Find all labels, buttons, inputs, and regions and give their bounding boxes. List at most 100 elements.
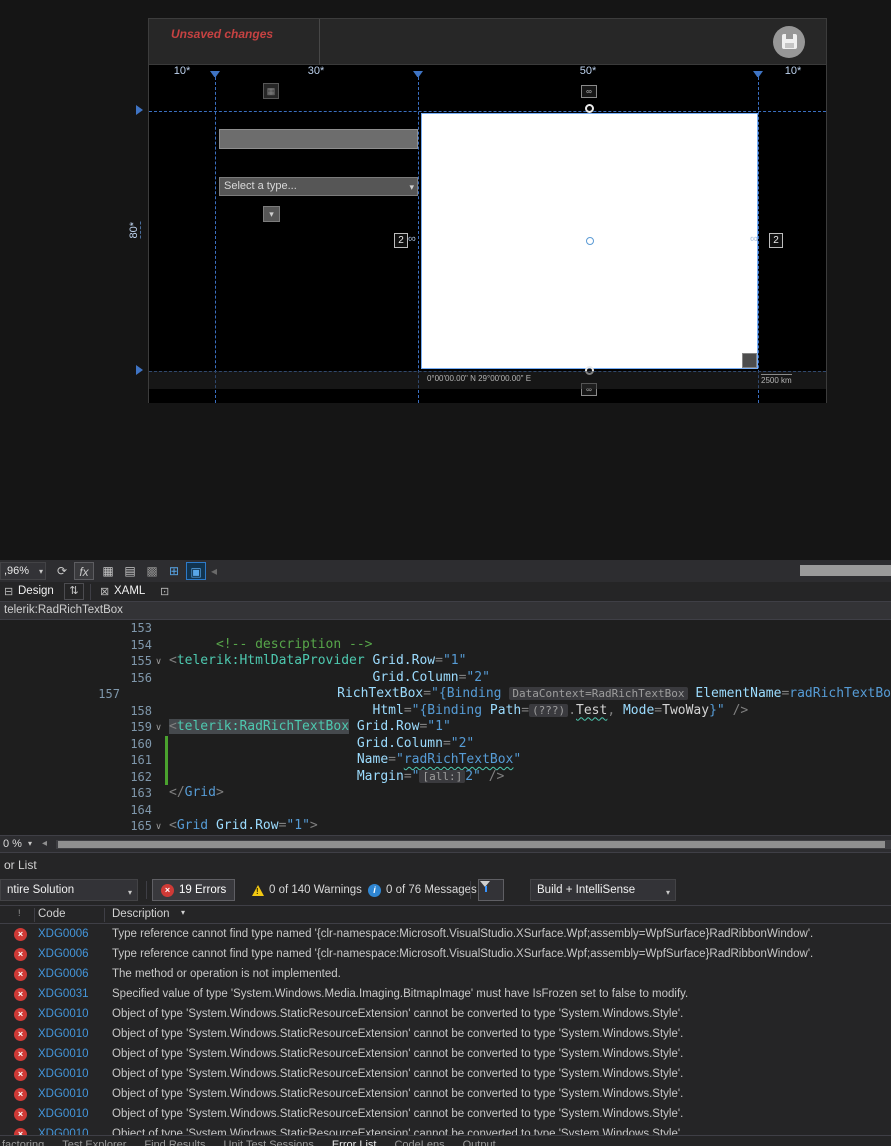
- fold-marker-icon[interactable]: ∨: [152, 818, 165, 835]
- line-number: 153: [130, 621, 152, 635]
- show-grid-button[interactable]: ▦: [98, 562, 118, 580]
- grid-fill-button[interactable]: ▩: [142, 562, 162, 580]
- image-placeholder-icon[interactable]: ▦: [263, 83, 279, 99]
- designer-textbox[interactable]: [219, 129, 418, 149]
- fold-marker-icon[interactable]: ∨: [152, 653, 165, 670]
- error-row[interactable]: × XDG0010 Object of type 'System.Windows.S…: [0, 1104, 891, 1124]
- scrollbar-thumb[interactable]: [58, 841, 885, 848]
- code-line[interactable]: 154 <!-- description -->: [0, 637, 891, 654]
- code-line[interactable]: 155 ∨ <telerik:HtmlDataProvider Grid.Row="…: [0, 653, 891, 670]
- chevron-down-icon[interactable]: ▾: [28, 839, 32, 848]
- row-marker-icon[interactable]: [136, 105, 143, 115]
- margin-right-chain-icon[interactable]: ∞: [750, 232, 758, 246]
- popout-pane-icon[interactable]: ⊡: [160, 585, 169, 598]
- error-row[interactable]: × XDG0010 Object of type 'System.Windows.S…: [0, 1064, 891, 1084]
- snaplines-button[interactable]: ⊞: [164, 562, 184, 580]
- error-row[interactable]: × XDG0006 Type reference cannot find type …: [0, 944, 891, 964]
- code-line[interactable]: 165 ∨ <Grid Grid.Row="1">: [0, 818, 891, 835]
- messages-filter-button[interactable]: i 0 of 76 Messages: [360, 879, 485, 901]
- error-row[interactable]: × XDG0010 Object of type 'System.Windows.S…: [0, 1084, 891, 1104]
- designer-combobox[interactable]: Select a type... ▾: [219, 177, 418, 196]
- error-code-link[interactable]: XDG0006: [38, 948, 104, 960]
- snap-to-grid-button[interactable]: ▣: [186, 562, 206, 580]
- filter-button[interactable]: [478, 879, 504, 901]
- code-line[interactable]: 164: [0, 802, 891, 819]
- column-divider[interactable]: [34, 908, 35, 922]
- resize-handle-top[interactable]: [585, 104, 594, 113]
- breadcrumb-path[interactable]: telerik:RadRichTextBox: [4, 604, 123, 616]
- code-line[interactable]: 157 RichTextBox="{Binding DataContext=Ra…: [0, 686, 891, 703]
- source-filter-dropdown[interactable]: Build + IntelliSense ▾: [530, 879, 676, 901]
- scope-filter-dropdown[interactable]: ntire Solution ▾: [0, 879, 138, 901]
- panel-tab-output[interactable]: Output: [454, 1136, 505, 1146]
- error-row[interactable]: × XDG0006 The method or operation is not i…: [0, 964, 891, 984]
- code-line[interactable]: 162 Margin=" [all:] 2" />: [0, 768, 891, 785]
- resize-grip-handle[interactable]: [742, 353, 757, 368]
- error-row[interactable]: × XDG0010 Object of type 'System.Windows.S…: [0, 1024, 891, 1044]
- code-column-header[interactable]: Code: [38, 908, 66, 920]
- error-row[interactable]: × XDG0006 Type reference cannot find type …: [0, 924, 891, 944]
- panel-tab-error-list[interactable]: Error List: [323, 1136, 386, 1146]
- warning-icon: !: [252, 884, 264, 896]
- code-line[interactable]: 156 Grid.Column="2": [0, 670, 891, 687]
- code-segment: =: [521, 702, 530, 718]
- error-row[interactable]: × XDG0031 Specified value of type 'System.…: [0, 984, 891, 1004]
- severity-column-header[interactable]: !: [18, 908, 21, 918]
- error-code-link[interactable]: XDG0010: [38, 1048, 104, 1060]
- panel-tab-test-explorer[interactable]: Test Explorer: [53, 1136, 135, 1146]
- code-line[interactable]: 158 Html="{Binding Path= (???) .Test, Mode…: [0, 703, 891, 720]
- fold-marker-icon: [152, 637, 165, 654]
- code-line[interactable]: 159 ∨ <telerik:RadRichTextBox Grid.Row="1": [0, 719, 891, 736]
- error-code-link[interactable]: XDG0010: [38, 1028, 104, 1040]
- panel-tab-unit-test-sessions[interactable]: Unit Test Sessions: [215, 1136, 323, 1146]
- sort-chevron-icon[interactable]: ▾: [181, 908, 185, 917]
- design-surface[interactable]: ▦ Select a type... ▾ ▾ ∞ ∞ 2 ∞ ∞ 2 0°00'…: [149, 77, 826, 403]
- fold-marker-icon[interactable]: ∨: [152, 719, 165, 736]
- save-button[interactable]: [773, 26, 805, 58]
- error-code-link[interactable]: XDG0010: [38, 1088, 104, 1100]
- errors-filter-button[interactable]: × 19 Errors: [152, 879, 236, 901]
- editor-horizontal-scrollbar[interactable]: [56, 840, 891, 849]
- code-line[interactable]: 163 </Grid>: [0, 785, 891, 802]
- refresh-icon[interactable]: ⟳: [52, 562, 72, 580]
- error-code-link[interactable]: XDG0010: [38, 1108, 104, 1120]
- error-code-link[interactable]: XDG0006: [38, 968, 104, 980]
- error-row[interactable]: × XDG0010 Object of type 'System.Windows.S…: [0, 1004, 891, 1024]
- error-code-link[interactable]: XDG0010: [38, 1068, 104, 1080]
- panel-tab-factoring[interactable]: factoring: [0, 1136, 53, 1146]
- editor-zoom-value[interactable]: 0 %: [3, 838, 22, 850]
- tab-xaml[interactable]: XAML: [114, 585, 145, 597]
- margin-left-value[interactable]: 2: [394, 233, 408, 248]
- designer-zoom-select[interactable]: ,96% ▾: [0, 562, 46, 580]
- margin-left-chain-icon[interactable]: ∞: [408, 232, 416, 246]
- row-marker-icon[interactable]: [136, 365, 143, 375]
- code-line[interactable]: 161 Name="radRichTextBox": [0, 752, 891, 769]
- xaml-code-editor[interactable]: 153 154 <!-- description --> 155 ∨ <telerik:…: [0, 620, 891, 835]
- description-column-header[interactable]: Description: [112, 908, 170, 920]
- error-code-link[interactable]: XDG0006: [38, 928, 104, 940]
- panel-tab-codelens[interactable]: CodeLens: [385, 1136, 453, 1146]
- collapse-toolbar-icon[interactable]: ◂: [208, 562, 220, 580]
- warnings-filter-button[interactable]: ! 0 of 140 Warnings: [244, 879, 370, 901]
- grid-lines-button[interactable]: ▤: [120, 562, 140, 580]
- column-divider[interactable]: [104, 908, 105, 922]
- code-segment: telerik:HtmlDataProvider: [176, 653, 365, 668]
- error-row[interactable]: × XDG0010 Object of type 'System.Windows.S…: [0, 1044, 891, 1064]
- panel-tab-find-results[interactable]: Find Results: [135, 1136, 214, 1146]
- code-line[interactable]: 160 Grid.Column="2": [0, 735, 891, 752]
- error-code-link[interactable]: XDG0031: [38, 988, 104, 1000]
- toolbar-separator: [146, 881, 147, 899]
- error-code-link[interactable]: XDG0010: [38, 1008, 104, 1020]
- designer-horizontal-scrollbar[interactable]: [800, 565, 891, 576]
- error-icon: ×: [14, 1087, 27, 1101]
- tab-design[interactable]: Design: [18, 585, 54, 597]
- effects-button[interactable]: fx: [74, 562, 94, 580]
- designer-dropdown-button[interactable]: ▾: [263, 206, 280, 222]
- element-breadcrumb[interactable]: telerik:RadRichTextBox: [0, 602, 891, 620]
- margin-right-value[interactable]: 2: [769, 233, 783, 248]
- grid-row-size-label[interactable]: 80*: [128, 222, 141, 239]
- swap-panes-button[interactable]: ⇅: [64, 583, 84, 600]
- code-line[interactable]: 153: [0, 620, 891, 637]
- scroll-left-icon[interactable]: ◂: [42, 838, 47, 849]
- top-anchor-icon[interactable]: ∞: [581, 85, 597, 98]
